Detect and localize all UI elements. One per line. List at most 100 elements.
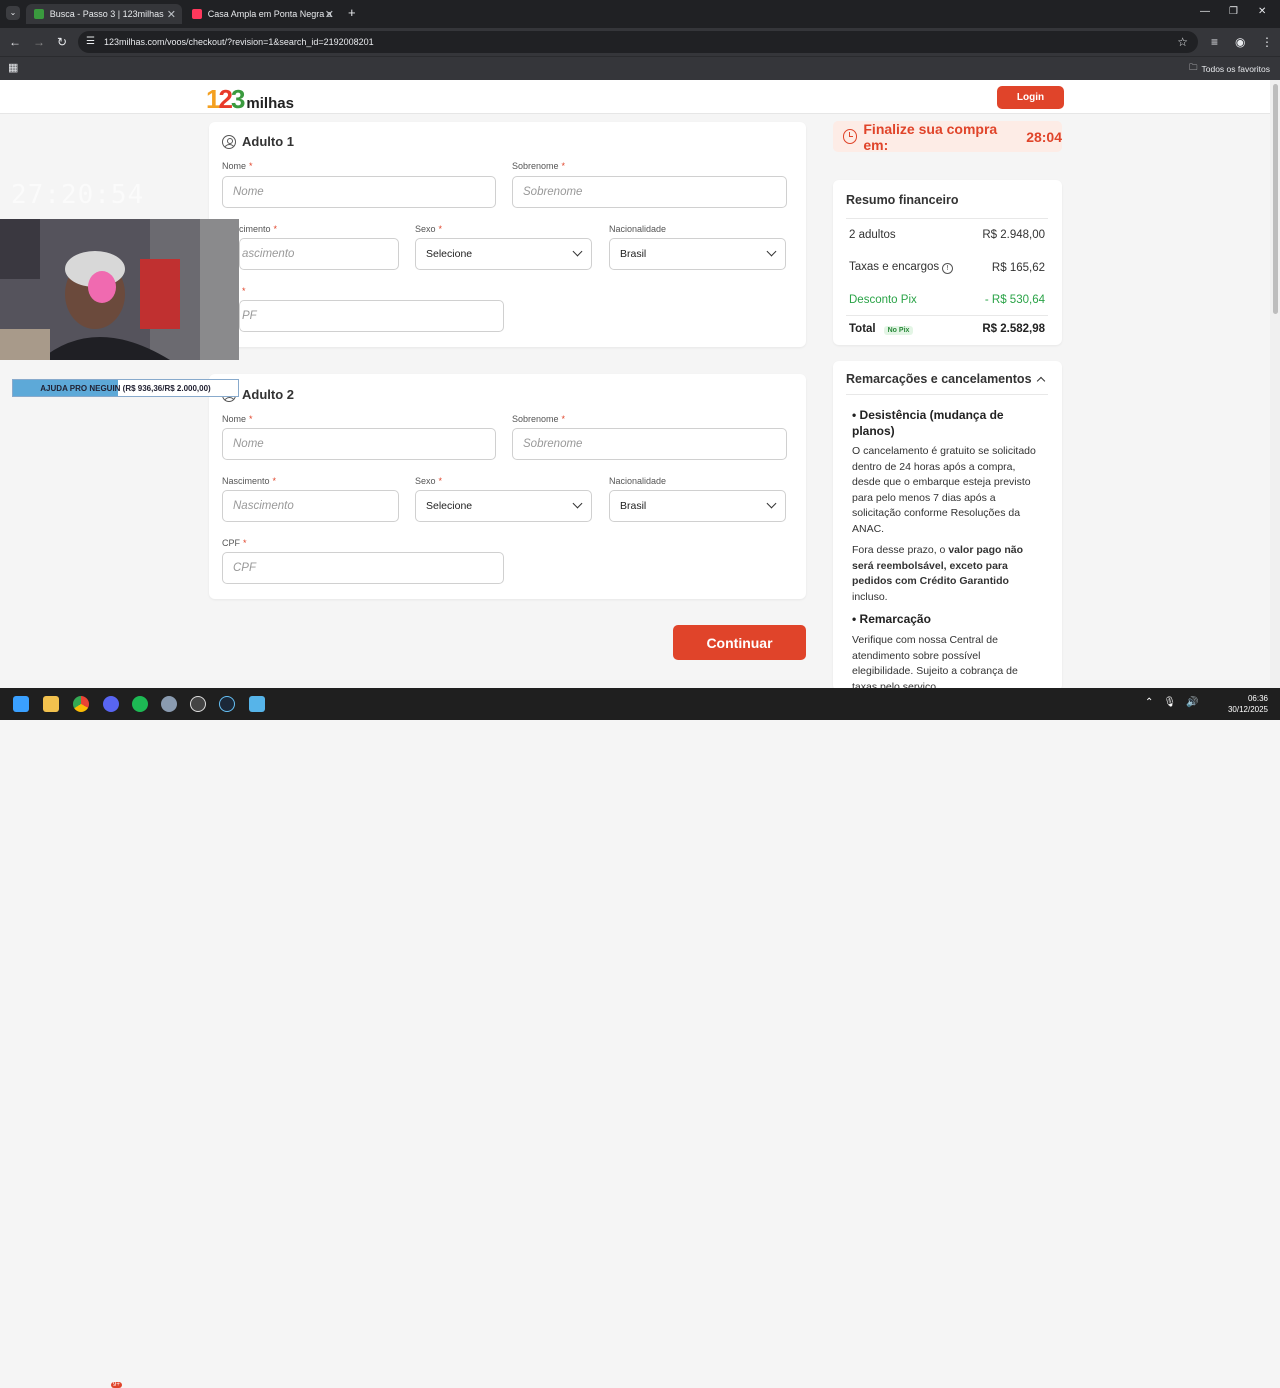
pix-badge: No Pix: [883, 326, 914, 335]
clock-icon: [843, 129, 858, 144]
cpf-input[interactable]: PF: [239, 300, 504, 332]
menu-icon[interactable]: ⋮: [1261, 35, 1273, 49]
timer-label: Finalize sua compra em:: [863, 120, 998, 153]
nacionalidade-value: Brasil: [620, 248, 647, 260]
passenger-title-text: Adulto 2: [242, 387, 294, 402]
steam-icon[interactable]: [219, 696, 235, 712]
logo-text: milhas: [246, 95, 294, 112]
nascimento-input[interactable]: Nascimento: [222, 490, 399, 522]
site-info-icon[interactable]: ☰: [86, 36, 95, 47]
taxas-label: Taxas e encargos: [849, 261, 940, 273]
tray-date: 30/12/2025: [1227, 705, 1268, 714]
sobrenome-input[interactable]: Sobrenome: [512, 428, 787, 460]
chevron-down-icon: [572, 498, 583, 509]
chrome-icon[interactable]: [73, 696, 89, 712]
taxas-value: R$ 165,62: [991, 261, 1045, 274]
file-explorer-icon[interactable]: [43, 696, 59, 712]
timer-value: 28:04: [1026, 128, 1062, 145]
nacionalidade-select[interactable]: Brasil: [609, 238, 786, 270]
windows-start-icon[interactable]: [13, 696, 29, 712]
nacionalidade-label: Nacionalidade: [609, 224, 667, 234]
close-tab-icon[interactable]: ✕: [167, 8, 176, 21]
passenger-title-1: Adulto 1: [222, 134, 294, 149]
logo-digit-3: 3: [230, 84, 246, 114]
donation-goal-bar: AJUDA PRO NEGUIN (R$ 936,36/R$ 2.000,00): [12, 379, 239, 397]
webcam-overlay: [0, 219, 239, 360]
sexo-select[interactable]: Selecione: [415, 490, 592, 522]
logo-123milhas[interactable]: 1 2 3 milhas: [206, 84, 294, 115]
nacionalidade-select[interactable]: Brasil: [609, 490, 786, 522]
obs-icon[interactable]: [190, 696, 206, 712]
remarcacoes-header[interactable]: Remarcações e cancelamentos: [846, 372, 1045, 386]
page-scrollbar[interactable]: [1270, 80, 1280, 688]
settings-icon[interactable]: [161, 696, 177, 712]
reload-icon[interactable]: ↻: [57, 35, 67, 49]
stream-clock-overlay: 27:20:54: [11, 180, 145, 210]
cpf-input[interactable]: CPF: [222, 552, 504, 584]
close-tab-icon[interactable]: ✕: [325, 8, 334, 21]
total-label: Total: [849, 323, 876, 335]
remarcacoes-title: Remarcações e cancelamentos: [846, 372, 1032, 386]
remarcacao-title: • Remarcação: [852, 612, 931, 626]
donation-goal-text: AJUDA PRO NEGUIN (R$ 936,36/R$ 2.000,00): [40, 383, 211, 393]
new-tab-button[interactable]: +: [348, 5, 356, 20]
browser-toolbar: ← → ↻ ☰ 123milhas.com/voos/checkout/?rev…: [0, 28, 1280, 56]
tab-search-button[interactable]: ⌄: [6, 6, 20, 20]
adultos-value: R$ 2.948,00: [982, 229, 1045, 241]
adultos-label: 2 adultos: [849, 229, 896, 241]
forward-icon[interactable]: →: [33, 35, 45, 49]
chevron-up-icon: [1036, 376, 1045, 385]
passenger-title-text: Adulto 1: [242, 134, 294, 149]
sobrenome-input[interactable]: Sobrenome: [512, 176, 787, 208]
address-bar[interactable]: ☰ 123milhas.com/voos/checkout/?revision=…: [78, 31, 1198, 53]
nome-input[interactable]: Nome: [222, 428, 496, 460]
tab-busca[interactable]: Busca - Passo 3 | 123milhas ✕: [26, 4, 182, 24]
close-window-icon[interactable]: ✕: [1258, 6, 1266, 17]
info-icon[interactable]: !: [942, 263, 954, 274]
divider: [846, 394, 1048, 395]
all-bookmarks-folder[interactable]: 🗀 Todos os favoritos: [1189, 62, 1270, 76]
divider: [846, 218, 1048, 219]
nascimento-input[interactable]: ascimento: [239, 238, 399, 270]
logo-digit-2: 2: [218, 84, 233, 114]
windows-taskbar: 9+ ⌃🎙🔊 06:36 30/12/2025: [0, 688, 1280, 1388]
url-text: 123milhas.com/voos/checkout/?revision=1&…: [104, 37, 374, 47]
nome-input[interactable]: Nome: [222, 176, 496, 208]
remarcacao-text: Verifique com nossa Central de atendimen…: [852, 634, 1018, 688]
sexo-select[interactable]: Selecione: [415, 238, 592, 270]
discord-icon[interactable]: [103, 696, 119, 712]
desconto-label: Desconto Pix: [849, 294, 917, 306]
back-icon[interactable]: ←: [9, 35, 21, 49]
media-icon[interactable]: ≡: [1211, 35, 1218, 49]
nascimento-label: Nascimento *: [222, 476, 277, 486]
resumo-title: Resumo financeiro: [846, 193, 959, 207]
chevron-down-icon: [766, 498, 777, 509]
total-row: Total No Pix R$ 2.582,98: [849, 323, 1045, 335]
chevron-down-icon: [572, 246, 583, 257]
scrollbar-thumb[interactable]: [1273, 84, 1278, 314]
nome-label: Nome *: [222, 414, 253, 424]
divider: [846, 315, 1048, 316]
site-header: 1 2 3 milhas Login: [0, 80, 1280, 114]
user-icon: [222, 134, 236, 149]
discord-badge: 9+: [111, 1382, 122, 1388]
continuar-button[interactable]: Continuar: [673, 625, 806, 660]
sexo-label: Sexo *: [415, 476, 443, 486]
checkout-timer: Finalize sua compra em: 28:04: [833, 120, 1062, 153]
minimize-icon[interactable]: —: [1200, 6, 1210, 17]
notepad-icon[interactable]: [249, 696, 265, 712]
clock-tray[interactable]: 06:36 30/12/2025: [1228, 693, 1268, 715]
spotify-icon[interactable]: [132, 696, 148, 712]
nascimento-label: cimento *: [239, 224, 278, 234]
tray-icons[interactable]: ⌃🎙🔊: [1145, 697, 1209, 708]
airbnb-favicon-icon: [192, 9, 202, 19]
login-button[interactable]: Login: [997, 86, 1064, 109]
apps-icon[interactable]: ▦: [8, 61, 18, 74]
desistencia-title: • Desistência (mudança de planos): [852, 408, 1004, 438]
profile-icon[interactable]: ◉: [1235, 35, 1245, 49]
restore-icon[interactable]: ❐: [1229, 6, 1238, 17]
tab-casa-ampla[interactable]: Casa Ampla em Ponta Negra a ✕: [184, 4, 340, 24]
bookmark-star-icon[interactable]: ☆: [1177, 35, 1188, 49]
tab-label: Casa Ampla em Ponta Negra a: [207, 9, 332, 19]
nacionalidade-value: Brasil: [620, 500, 647, 512]
